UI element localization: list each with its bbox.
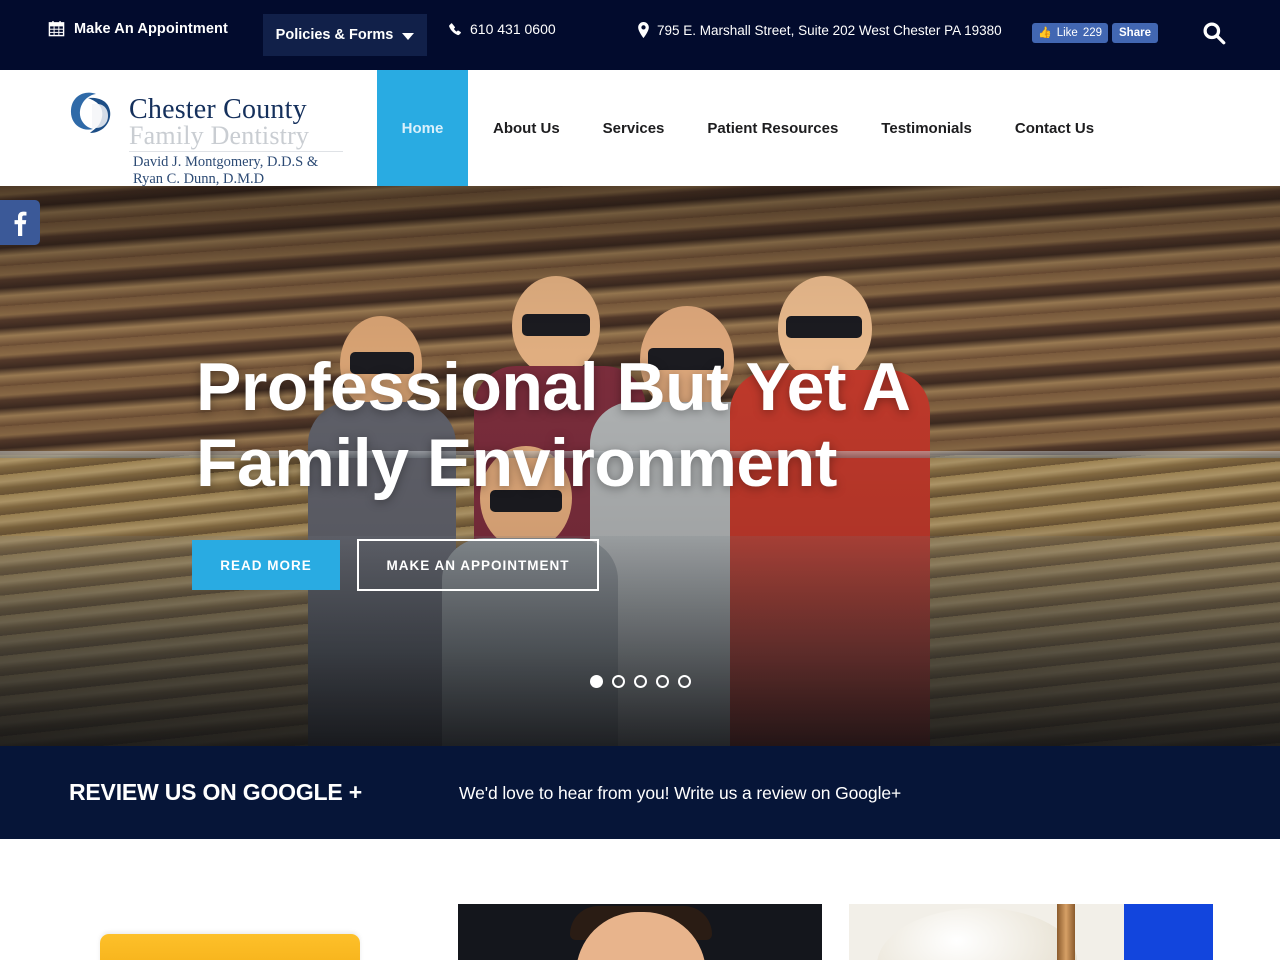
facebook-like-button[interactable]: 👍 Like 229	[1032, 23, 1108, 43]
nav-item-contact-us[interactable]: Contact Us	[1015, 70, 1094, 186]
logo-doctor-line-1: David J. Montgomery, D.D.S &	[133, 154, 319, 170]
hero-headline-line-1: Professional But Yet A	[196, 349, 911, 425]
read-more-label: READ MORE	[220, 557, 312, 573]
phone-number: 610 431 0600	[470, 21, 556, 37]
site-header: Chester County Family Dentistry David J.…	[0, 70, 1280, 187]
nav-item-patient-resources[interactable]: Patient Resources	[707, 70, 838, 186]
map-pin-icon	[637, 22, 650, 38]
facebook-share-label: Share	[1119, 27, 1151, 39]
calendar-icon	[48, 20, 65, 37]
review-band-message: We'd love to hear from you! Write us a r…	[459, 783, 902, 803]
thumbs-up-icon: 👍	[1038, 26, 1052, 39]
hero-headline: Professional But Yet A Family Environmen…	[196, 349, 1096, 501]
facebook-side-tab[interactable]	[0, 200, 40, 245]
facebook-social-widget: 👍 Like 229 Share	[1032, 23, 1158, 43]
hero-headline-line-2: Family Environment	[196, 425, 837, 501]
nav-item-about-us[interactable]: About Us	[493, 70, 560, 186]
promo-card-portrait[interactable]	[458, 904, 822, 960]
facebook-like-count: 229	[1082, 27, 1102, 39]
carousel-dots	[0, 675, 1280, 688]
carousel-dot-4[interactable]	[655, 675, 669, 688]
nav-item-home[interactable]: Home	[377, 70, 468, 186]
hero-button-group: READ MORE MAKE AN APPOINTMENT	[192, 539, 599, 591]
nav-item-contact-us-label: Contact Us	[1014, 119, 1095, 137]
policies-and-forms-label: Policies & Forms	[275, 27, 394, 43]
nav-item-about-us-label: About Us	[493, 119, 560, 137]
carousel-dot-2[interactable]	[611, 675, 625, 688]
make-appointment-link[interactable]: Make An Appointment	[48, 20, 228, 37]
facebook-like-label: Like	[1056, 27, 1078, 39]
hero-slider: Professional But Yet A Family Environmen…	[0, 186, 1280, 746]
search-icon[interactable]	[1201, 20, 1227, 46]
read-more-button[interactable]: READ MORE	[192, 540, 340, 590]
carousel-dot-5[interactable]	[677, 675, 691, 688]
google-review-band: REVIEW US ON GOOGLE + We'd love to hear …	[0, 746, 1280, 839]
nav-item-services[interactable]: Services	[603, 70, 665, 186]
carousel-dot-3[interactable]	[633, 675, 647, 688]
blue-background-shape	[1124, 904, 1213, 960]
logo-divider	[129, 151, 343, 152]
dental-tool-shape	[1057, 904, 1075, 960]
cd-monogram-icon	[66, 88, 130, 146]
carousel-dot-1[interactable]	[589, 675, 603, 688]
main-navigation: Home About Us Services Patient Resources…	[377, 70, 1094, 186]
nav-item-patient-resources-label: Patient Resources	[707, 119, 839, 137]
phone-icon	[447, 22, 462, 37]
top-utility-bar: Make An Appointment Policies & Forms 610…	[0, 0, 1280, 70]
make-an-appointment-button[interactable]: MAKE AN APPOINTMENT	[357, 539, 599, 591]
logo-doctor-names: David J. Montgomery, D.D.S & Ryan C. Dun…	[133, 154, 318, 188]
promo-card-yellow[interactable]	[100, 934, 360, 960]
nav-item-testimonials-label: Testimonials	[881, 119, 972, 137]
nav-item-home-label: Home	[401, 119, 444, 137]
below-fold-content-strip	[0, 839, 1280, 960]
top-utility-bar-inner: Make An Appointment Policies & Forms 610…	[0, 0, 1280, 70]
logo-practice-subtitle: Family Dentistry	[129, 121, 310, 150]
nav-item-testimonials[interactable]: Testimonials	[881, 70, 972, 186]
promo-card-dental-model[interactable]	[849, 904, 1213, 960]
make-appointment-label: Make An Appointment	[74, 20, 228, 37]
review-band-title: REVIEW US ON GOOGLE +	[69, 779, 362, 805]
logo-doctor-line-2: Ryan C. Dunn, D.M.D	[133, 171, 265, 187]
phone-link[interactable]: 610 431 0600	[447, 21, 556, 37]
chevron-down-icon	[402, 32, 415, 40]
facebook-icon	[14, 211, 26, 236]
tooth-model-shape	[877, 908, 1077, 960]
make-an-appointment-label: MAKE AN APPOINTMENT	[386, 557, 570, 573]
facebook-share-button[interactable]: Share	[1112, 23, 1158, 43]
policies-and-forms-dropdown[interactable]: Policies & Forms	[263, 14, 427, 56]
address-text: 795 E. Marshall Street, Suite 202 West C…	[657, 22, 1002, 38]
site-logo[interactable]: Chester County Family Dentistry David J.…	[66, 82, 366, 187]
address-block: 795 E. Marshall Street, Suite 202 West C…	[637, 22, 1002, 38]
nav-item-services-label: Services	[602, 119, 665, 137]
